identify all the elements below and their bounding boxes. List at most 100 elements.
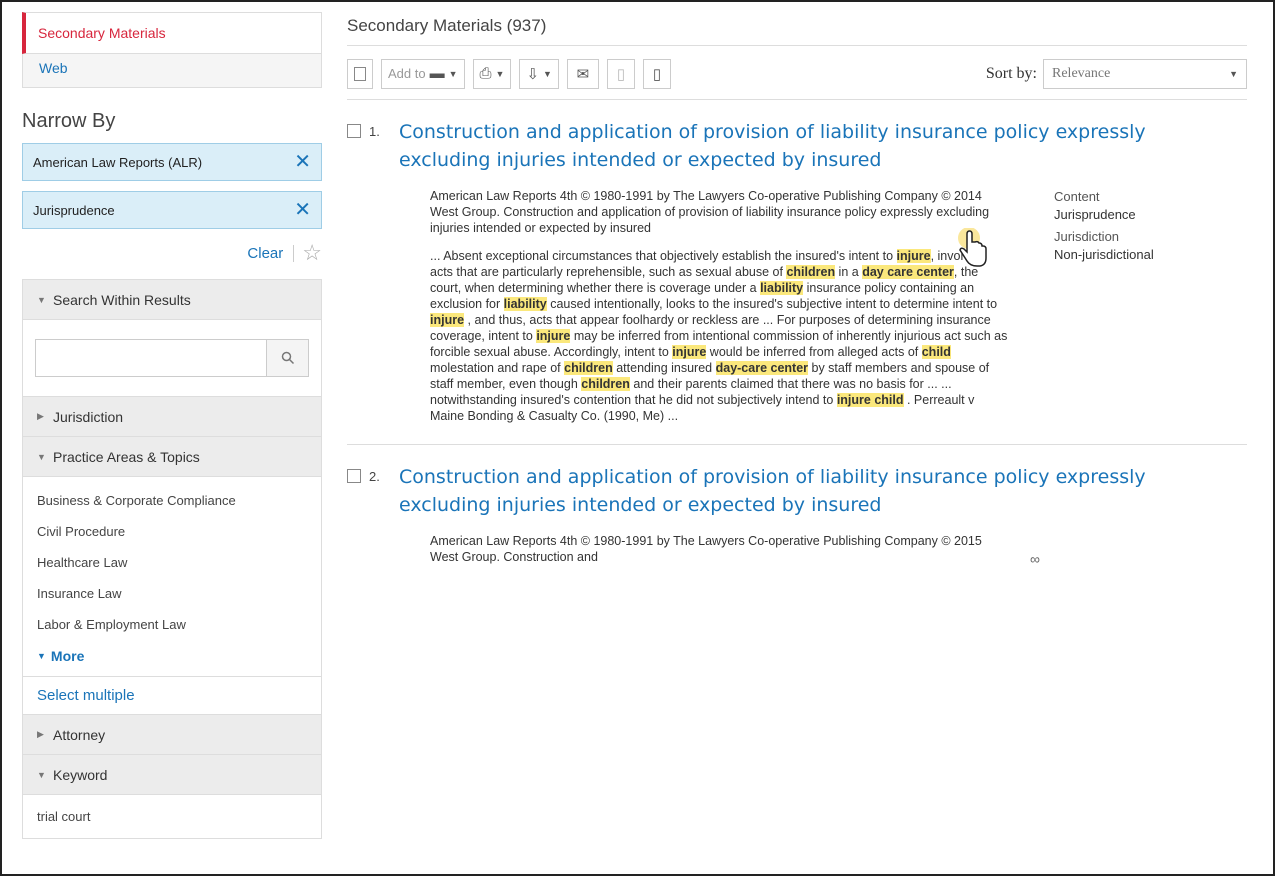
download-icon: ⇩ [526,65,540,83]
search-within-area [23,320,321,397]
section-label: Jurisdiction [53,408,124,425]
result-citation: American Law Reports 4th © 1980-1991 by … [430,534,982,564]
result-title-link[interactable]: Construction and application of provisio… [399,463,1219,519]
tab-web[interactable]: Web [22,54,322,88]
close-icon[interactable]: ✕ [294,152,311,172]
download-button[interactable]: ⇩ ▼ [519,58,559,89]
chevron-down-icon: ▼ [37,451,46,462]
topic-item[interactable]: Civil Procedure [37,516,307,547]
meta-jurisdiction-value: Non-jurisdictional [1054,247,1154,262]
chevron-right-icon: ▶ [37,729,44,739]
chevron-down-icon: ▼ [37,294,46,305]
email-icon: ✉ [576,65,590,83]
meta-jurisdiction-label: Jurisdiction [1054,229,1120,244]
result-text: American Law Reports 4th © 1980-1991 by … [430,188,1010,424]
close-icon[interactable]: ✕ [294,200,311,220]
filter-chip-label: American Law Reports (ALR) [33,154,203,170]
topic-list: Business & Corporate Compliance Civil Pr… [23,477,321,677]
narrow-by-heading: Narrow By [22,110,116,132]
print-button[interactable]: ⎙ ▼ [472,58,512,89]
excerpt-text: in a [835,265,863,279]
search-term-highlight: children [581,377,630,391]
result-body: American Law Reports 4th © 1980-1991 by … [430,188,1247,424]
chevron-down-icon: ▼ [37,651,46,661]
meta-content-value: Jurisprudence [1054,207,1136,222]
search-term-highlight: injure [536,329,571,343]
sort-control: Sort by: Relevance ▼ [985,58,1247,89]
section-keyword[interactable]: ▼ Keyword [23,755,321,795]
copy-button[interactable]: ▯ [606,58,635,89]
search-within-box [35,339,309,377]
search-term-highlight: children [564,361,613,375]
result-checkbox[interactable] [347,124,361,138]
chevron-right-icon: ▶ [37,411,44,421]
filter-chip-alr: American Law Reports (ALR) ✕ [22,143,322,181]
result-item: 1. Construction and application of provi… [347,100,1247,424]
file-icon: ▯ [652,65,662,83]
meta-content-label: Content [1054,189,1100,204]
search-term-highlight: injure [896,249,931,263]
chevron-down-icon: ▼ [448,68,458,79]
keyword-item[interactable]: trial court [23,795,321,838]
section-label: Search Within Results [53,291,191,308]
select-all-checkbox[interactable] [347,58,373,89]
search-button[interactable] [266,340,308,376]
topic-item[interactable]: Business & Corporate Compliance [37,485,307,516]
tab-secondary-materials[interactable]: Secondary Materials [22,12,322,54]
topic-item[interactable]: Healthcare Law [37,547,307,578]
sort-select[interactable]: Relevance ▼ [1043,58,1247,89]
result-title-link[interactable]: Construction and application of provisio… [399,118,1219,174]
result-checkbox[interactable] [347,469,361,483]
clear-filters-link[interactable]: Clear [247,244,295,262]
app-frame: Secondary Materials Web Narrow By Americ… [0,0,1275,876]
chevron-down-icon: ▼ [495,68,505,79]
more-topics-link[interactable]: ▼ More [37,640,307,672]
more-label: More [50,648,85,664]
filter-panel: ▼ Search Within Results ▶ Jurisdiction ▼… [22,279,322,839]
excerpt-text: molestation and rape of [430,361,565,375]
result-meta: Content Jurisprudence Jurisdiction Non-j… [1054,188,1154,424]
chevron-down-icon: ▼ [543,68,552,79]
topic-item[interactable]: Insurance Law [37,578,307,609]
email-button[interactable]: ✉ [566,58,599,89]
add-to-folder-button[interactable]: Add to ▬ ▼ [381,58,465,89]
add-to-label: Add to [388,66,426,81]
search-term-highlight: day care center [862,265,954,279]
section-label: Keyword [53,766,108,783]
sort-value: Relevance [1052,65,1111,81]
section-practice-areas[interactable]: ▼ Practice Areas & Topics [23,437,321,477]
select-multiple-link[interactable]: Select multiple [23,677,321,715]
section-jurisdiction[interactable]: ▶ Jurisdiction [23,397,321,437]
search-term-highlight: child [921,345,951,359]
excerpt-text: attending insured [612,361,716,375]
star-icon[interactable]: ☆ [302,242,322,264]
section-attorney[interactable]: ▶ Attorney [23,715,321,755]
result-number: 1. [369,124,380,139]
topic-item[interactable]: Labor & Employment Law [37,609,307,640]
document-icon: ▯ [616,65,626,83]
search-within-input[interactable] [36,340,266,376]
search-term-highlight: injure [672,345,707,359]
search-term-highlight: liability [503,297,547,311]
hand-cursor-icon [958,228,987,267]
filter-chip-label: Jurisprudence [33,202,115,218]
result-header: 2. Construction and application of provi… [347,463,1247,519]
search-term-highlight: injure child [836,393,904,407]
checkbox-box [354,66,366,81]
result-excerpt: ... Absent exceptional circumstances tha… [430,248,1010,424]
chevron-down-icon: ▼ [37,769,46,780]
excerpt-text: would be inferred from alleged acts of [706,345,922,359]
section-search-within[interactable]: ▼ Search Within Results [23,280,321,320]
section-label: Attorney [53,726,106,743]
result-citation: American Law Reports 4th © 1980-1991 by … [430,189,990,235]
sort-label: Sort by: [985,64,1037,82]
glasses-icon[interactable]: ∞ [1030,551,1040,567]
excerpt-text: ... Absent exceptional circumstances tha… [430,249,897,263]
results-title: Secondary Materials (937) [347,12,1247,46]
sidebar: Secondary Materials Web Narrow By Americ… [22,12,322,874]
main-content: Secondary Materials (937) Add to ▬ ▼ ⎙ ▼… [347,12,1252,567]
report-button[interactable]: ▯ [642,58,671,89]
result-body: American Law Reports 4th © 1980-1991 by … [430,533,1247,565]
excerpt-text: caused intentionally, looks to the insur… [546,297,998,311]
folder-icon: ▬ [429,65,445,82]
